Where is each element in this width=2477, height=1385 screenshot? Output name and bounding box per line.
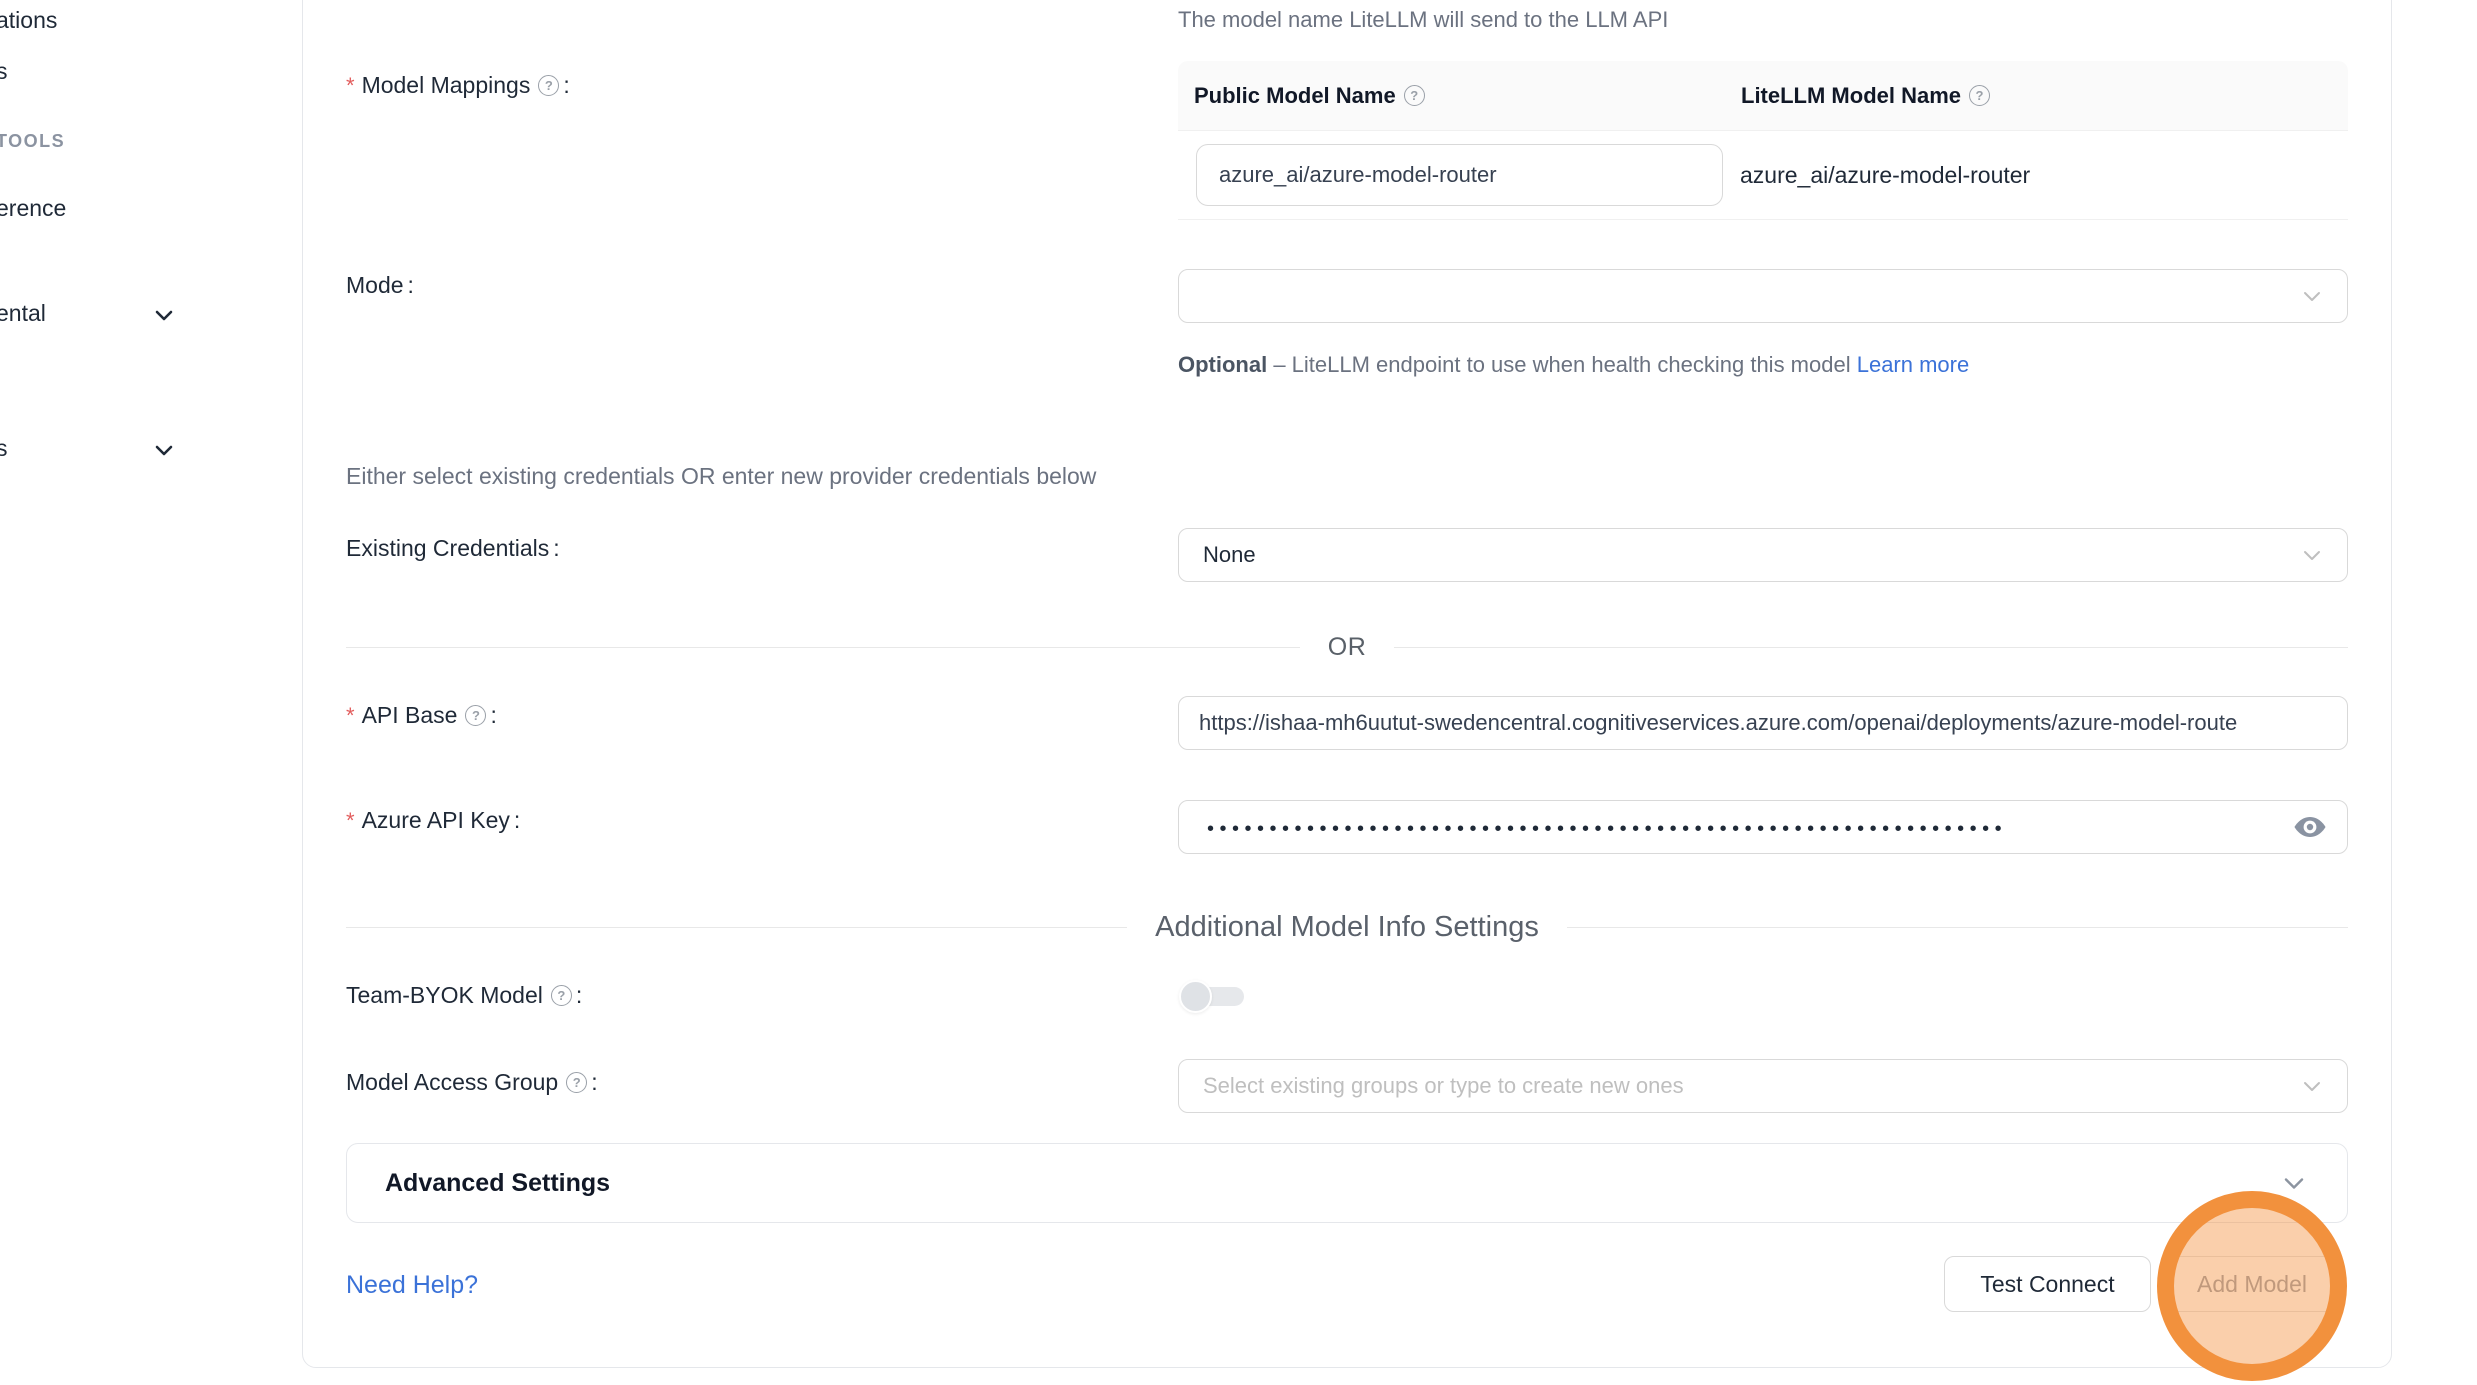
or-divider: OR <box>346 633 2348 662</box>
model-mappings-label: * Model Mappings ? : <box>346 72 570 99</box>
help-icon[interactable]: ? <box>566 1072 587 1093</box>
eye-icon[interactable] <box>2291 812 2329 842</box>
model-access-group-placeholder: Select existing groups or type to create… <box>1203 1073 1684 1099</box>
model-name-hint: The model name LiteLLM will send to the … <box>1178 7 1668 33</box>
add-model-page: ations s TOOLS erence ental s The model … <box>0 0 2477 1385</box>
help-icon[interactable]: ? <box>538 75 559 96</box>
sidebar: ations s TOOLS erence ental s <box>0 0 302 1385</box>
chevron-down-icon <box>2299 1073 2325 1099</box>
public-model-name-input[interactable] <box>1196 144 1723 206</box>
chevron-down-icon <box>2299 542 2325 568</box>
test-connect-button[interactable]: Test Connect <box>1944 1256 2151 1312</box>
api-base-label: * API Base ? : <box>346 702 497 729</box>
required-mark: * <box>346 703 355 729</box>
required-mark: * <box>346 808 355 834</box>
mode-label: Mode: <box>346 272 414 299</box>
chevron-down-icon[interactable] <box>2279 1168 2309 1198</box>
sidebar-item-settings[interactable]: s <box>0 435 8 462</box>
sidebar-section-tools: TOOLS <box>0 131 65 152</box>
chevron-down-icon <box>2299 283 2325 309</box>
column-public-model-name: Public Model Name ? <box>1178 83 1724 109</box>
need-help-link[interactable]: Need Help? <box>346 1271 478 1300</box>
azure-api-key-label: * Azure API Key : <box>346 807 520 834</box>
model-mappings-row: azure_ai/azure-model-router <box>1178 131 2348 220</box>
sidebar-item-inference[interactable]: erence <box>0 195 66 222</box>
advanced-settings-panel[interactable]: Advanced Settings <box>346 1143 2348 1223</box>
help-icon[interactable]: ? <box>465 705 486 726</box>
model-mappings-table-header: Public Model Name ? LiteLLM Model Name ? <box>1178 61 2348 131</box>
sidebar-item-logs[interactable]: s <box>0 58 8 85</box>
team-byok-label: Team-BYOK Model ? : <box>346 982 582 1009</box>
model-access-group-label: Model Access Group ? : <box>346 1069 598 1096</box>
chevron-down-icon[interactable] <box>150 301 178 329</box>
sidebar-item-organizations[interactable]: ations <box>0 7 57 34</box>
help-icon[interactable]: ? <box>1969 85 1990 106</box>
litellm-model-name-value: azure_ai/azure-model-router <box>1723 162 2030 189</box>
help-icon[interactable]: ? <box>1404 85 1425 106</box>
api-base-input[interactable] <box>1178 696 2348 750</box>
existing-credentials-label: Existing Credentials: <box>346 535 560 562</box>
add-model-button[interactable]: Add Model <box>2168 1256 2336 1312</box>
toggle-knob <box>1179 980 1212 1013</box>
additional-settings-divider: Additional Model Info Settings <box>346 911 2348 944</box>
add-model-form-card: The model name LiteLLM will send to the … <box>302 0 2392 1368</box>
team-byok-toggle[interactable] <box>1179 980 1245 1013</box>
advanced-settings-title: Advanced Settings <box>385 1169 610 1198</box>
mode-select[interactable] <box>1178 269 2348 323</box>
learn-more-link[interactable]: Learn more <box>1857 352 1970 377</box>
required-mark: * <box>346 73 355 99</box>
sidebar-item-experimental[interactable]: ental <box>0 300 46 327</box>
chevron-down-icon[interactable] <box>150 436 178 464</box>
azure-api-key-input[interactable]: ••••••••••••••••••••••••••••••••••••••••… <box>1178 800 2348 854</box>
mode-hint: Optional – LiteLLM endpoint to use when … <box>1178 346 2008 384</box>
column-litellm-model-name: LiteLLM Model Name ? <box>1724 83 1990 109</box>
existing-credentials-select[interactable]: None <box>1178 528 2348 582</box>
credentials-note: Either select existing credentials OR en… <box>346 463 1096 490</box>
model-mappings-table: Public Model Name ? LiteLLM Model Name ?… <box>1178 61 2348 220</box>
model-access-group-select[interactable]: Select existing groups or type to create… <box>1178 1059 2348 1113</box>
help-icon[interactable]: ? <box>551 985 572 1006</box>
masked-api-key: ••••••••••••••••••••••••••••••••••••••••… <box>1207 815 2007 839</box>
